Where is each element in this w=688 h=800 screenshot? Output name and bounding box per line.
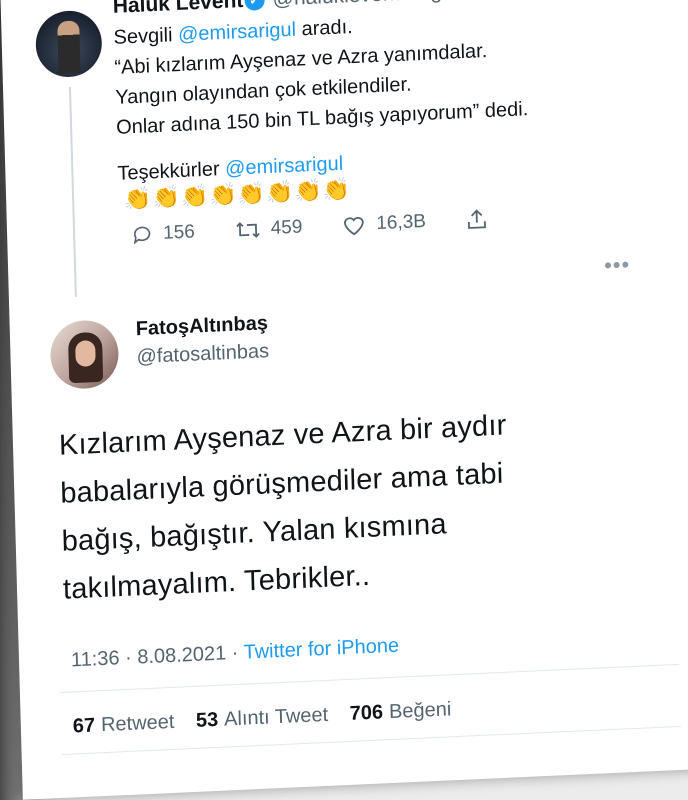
verified-badge-icon: ✓ — [244, 0, 265, 11]
tweet-timestamp[interactable]: 11:36 · 8.08.2021 · — [71, 642, 244, 672]
main-author-handle[interactable]: @fatosaltinbas — [136, 340, 269, 369]
reply-icon — [133, 226, 151, 245]
tweet-body-line-3: bağış, bağıştır. Yalan kısmına — [61, 508, 448, 558]
like-stat-count: 706 — [349, 701, 384, 725]
tweet-source-link[interactable]: Twitter for iPhone — [243, 635, 399, 664]
main-author-name[interactable]: FatoşAltınbaş — [135, 312, 268, 341]
tweet-body-line-4: takılmayalım. Tebrikler.. — [62, 559, 371, 606]
tweet-body-line-2: babalarıyla görüşmediler ama tabi — [59, 457, 504, 510]
more-options-icon[interactable]: ••• — [604, 252, 631, 279]
quoted-author-name[interactable]: Haluk Levent — [112, 0, 243, 19]
retweet-stat[interactable]: 67 Retweet — [73, 711, 175, 738]
quoted-action-bar: 156 459 16,3B — [131, 206, 538, 246]
share-button[interactable] — [466, 208, 499, 231]
quoted-line-1-prefix: Sevgili — [113, 23, 179, 49]
avatar-fatos-altinbas[interactable] — [49, 319, 120, 391]
heart-icon — [344, 216, 365, 236]
quote-stat-label: Alıntı Tweet — [223, 703, 329, 731]
like-stat[interactable]: 706 Beğeni — [349, 698, 451, 725]
retweet-count: 459 — [270, 216, 303, 239]
retweet-icon — [235, 222, 260, 238]
thanks-text: Teşekkürler — [117, 157, 226, 185]
reply-button[interactable]: 156 — [131, 221, 195, 246]
retweet-button[interactable]: 459 — [234, 216, 303, 242]
retweet-stat-count: 67 — [72, 714, 96, 738]
like-button[interactable]: 16,3B — [342, 211, 426, 237]
quote-stat-count: 53 — [195, 708, 219, 732]
tweet-screenshot: Haluk Levent ✓ @haluklevent · 2g Sevgili… — [0, 0, 688, 800]
quoted-author-handle[interactable]: @haluklevent · 2g — [272, 0, 442, 12]
mention-link[interactable]: @emirsarigul — [225, 153, 344, 180]
tweet-body-line-1: Kızlarım Ayşenaz ve Azra bir aydır — [58, 409, 507, 462]
retweet-stat-label: Retweet — [100, 710, 175, 737]
quoted-line-1-suffix: aradı. — [295, 16, 354, 41]
quoted-line-1: Sevgili @emirsarigul aradı. — [113, 16, 353, 50]
like-stat-label: Beğeni — [388, 698, 452, 724]
avatar-haluk-levent[interactable] — [34, 9, 103, 79]
tweet-meta: 11:36 · 8.08.2021 · Twitter for iPhone — [71, 635, 400, 673]
quote-stat[interactable]: 53 Alıntı Tweet — [196, 704, 329, 732]
mention-link[interactable]: @emirsarigul — [178, 19, 297, 46]
like-count: 16,3B — [376, 210, 427, 235]
reply-count: 156 — [162, 221, 196, 244]
tweet-stats: 67 Retweet 53 Alıntı Tweet 706 Beğeni — [73, 698, 452, 738]
share-icon — [468, 209, 487, 229]
thread-line — [69, 86, 77, 297]
quoted-line-3: Yangın olayından çok etkilendiler. — [115, 73, 412, 109]
